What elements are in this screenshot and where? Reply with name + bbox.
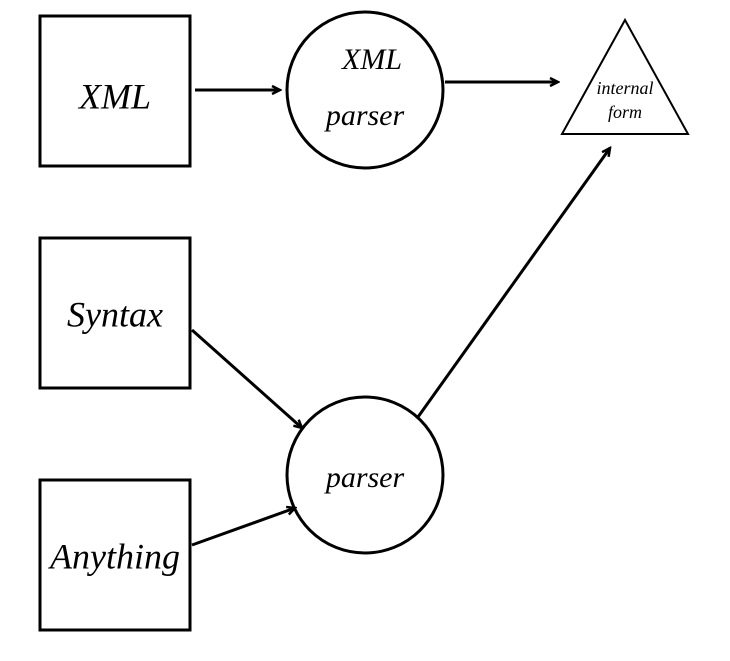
node-anything: Anything [40, 480, 190, 630]
node-xml-parser: XML parser [287, 12, 443, 168]
node-internal-form: internal form [562, 20, 688, 134]
parser-label: parser [324, 461, 405, 494]
node-xml: XML [40, 16, 190, 166]
node-syntax: Syntax [40, 238, 190, 388]
edge-syntax-to-parser [192, 330, 302, 428]
node-parser: parser [287, 397, 443, 553]
parser-diagram: XML XML parser internal form Syntax Anyt… [0, 0, 730, 661]
internal-form-label-2: form [608, 102, 642, 122]
anything-label: Anything [48, 536, 180, 576]
edge-parser-to-internal [418, 148, 610, 417]
internal-form-label-1: internal [597, 78, 654, 98]
xml-parser-label-2: parser [324, 99, 405, 132]
edge-anything-to-parser [192, 508, 295, 545]
syntax-label: Syntax [67, 294, 163, 334]
xml-label: XML [77, 76, 151, 116]
xml-parser-label-1: XML [341, 43, 402, 76]
